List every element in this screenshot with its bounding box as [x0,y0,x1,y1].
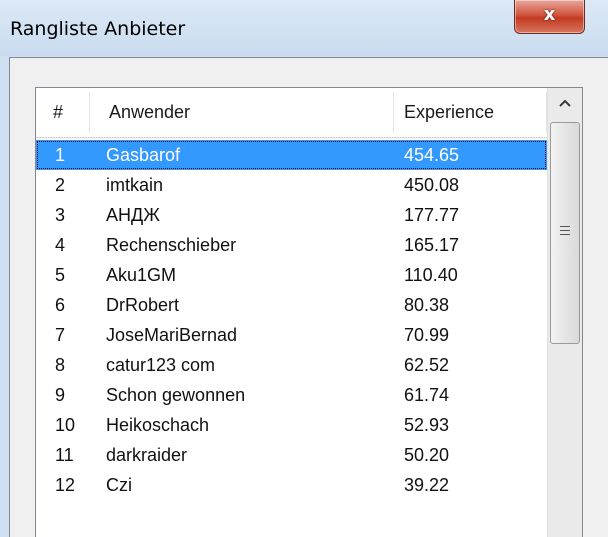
chevron-up-icon [559,99,571,107]
rank-cell: 6 [55,295,66,315]
scroll-up-button[interactable] [548,88,582,118]
rank-cell: 12 [55,475,76,495]
experience-cell: 80.38 [404,295,450,315]
user-cell: JoseMariBernad [106,325,238,345]
rank-cell: 4 [55,235,66,255]
close-icon: x [543,4,556,25]
column-header-rank[interactable]: # [53,88,63,137]
user-cell: Rechenschieber [106,235,237,255]
list-row[interactable]: 7 JoseMariBernad 70.99 [36,320,547,350]
column-header-user[interactable]: Anwender [109,88,190,137]
title-bar[interactable]: Rangliste Anbieter x [0,0,608,56]
ranking-window: Rangliste Anbieter x # Anwender Experien… [0,0,608,537]
rank-cell: 8 [55,355,66,375]
user-cell: Gasbarof [106,145,181,165]
list-row[interactable]: 10 Heikoschach 52.93 [36,410,547,440]
list-row[interactable]: 6 DrRobert 80.38 [36,290,547,320]
user-cell: АНДЖ [106,205,160,225]
experience-cell: 62.52 [404,355,450,375]
list-row[interactable]: 11 darkraider 50.20 [36,440,547,470]
list-row[interactable]: 12 Czi 39.22 [36,470,547,500]
rank-cell: 9 [55,385,66,405]
user-cell: DrRobert [106,295,180,315]
rank-cell: 2 [55,175,66,195]
user-cell: Schon gewonnen [106,385,246,405]
experience-cell: 450.08 [404,175,460,195]
window-title: Rangliste Anbieter [10,18,186,40]
column-divider[interactable] [89,92,90,133]
user-cell: imtkain [106,175,164,195]
vertical-scrollbar[interactable] [547,88,582,537]
ranking-list[interactable]: # Anwender Experience 1 Gasbarof 454.65 … [35,87,583,537]
column-divider[interactable] [393,92,394,133]
rank-cell: 7 [55,325,66,345]
experience-cell: 177.77 [404,205,460,225]
user-cell: catur123 com [106,355,216,375]
rank-cell: 1 [55,145,66,165]
list-row[interactable]: 3 АНДЖ 177.77 [36,200,547,230]
experience-cell: 165.17 [404,235,460,255]
scrollbar-thumb[interactable] [550,122,580,344]
experience-cell: 70.99 [404,325,450,345]
list-row[interactable]: 4 Rechenschieber 165.17 [36,230,547,260]
experience-cell: 52.93 [404,415,450,435]
rank-cell: 3 [55,205,66,225]
user-cell: darkraider [106,445,188,465]
experience-cell: 50.20 [404,445,450,465]
user-cell: Aku1GM [106,265,177,285]
close-button[interactable]: x [514,0,585,34]
experience-cell: 110.40 [404,265,458,285]
experience-cell: 61.74 [404,385,450,405]
user-cell: Heikoschach [106,415,210,435]
list-row[interactable]: 2 imtkain 450.08 [36,170,547,200]
user-cell: Czi [106,475,132,495]
experience-cell: 39.22 [404,475,450,495]
rank-cell: 11 [55,445,74,465]
column-header-experience[interactable]: Experience [404,88,494,137]
list-rows: 1 Gasbarof 454.65 2 imtkain 450.08 3 АНД… [36,140,547,500]
list-row[interactable]: 8 catur123 com 62.52 [36,350,547,380]
experience-cell: 454.65 [404,145,460,165]
list-row[interactable]: 1 Gasbarof 454.65 [36,140,547,170]
scrollbar-grip-icon [560,226,570,235]
rank-cell: 10 [55,415,76,435]
list-header: # Anwender Experience [36,88,547,138]
list-row[interactable]: 9 Schon gewonnen 61.74 [36,380,547,410]
list-row[interactable]: 5 Aku1GM 110.40 [36,260,547,290]
rank-cell: 5 [55,265,66,285]
